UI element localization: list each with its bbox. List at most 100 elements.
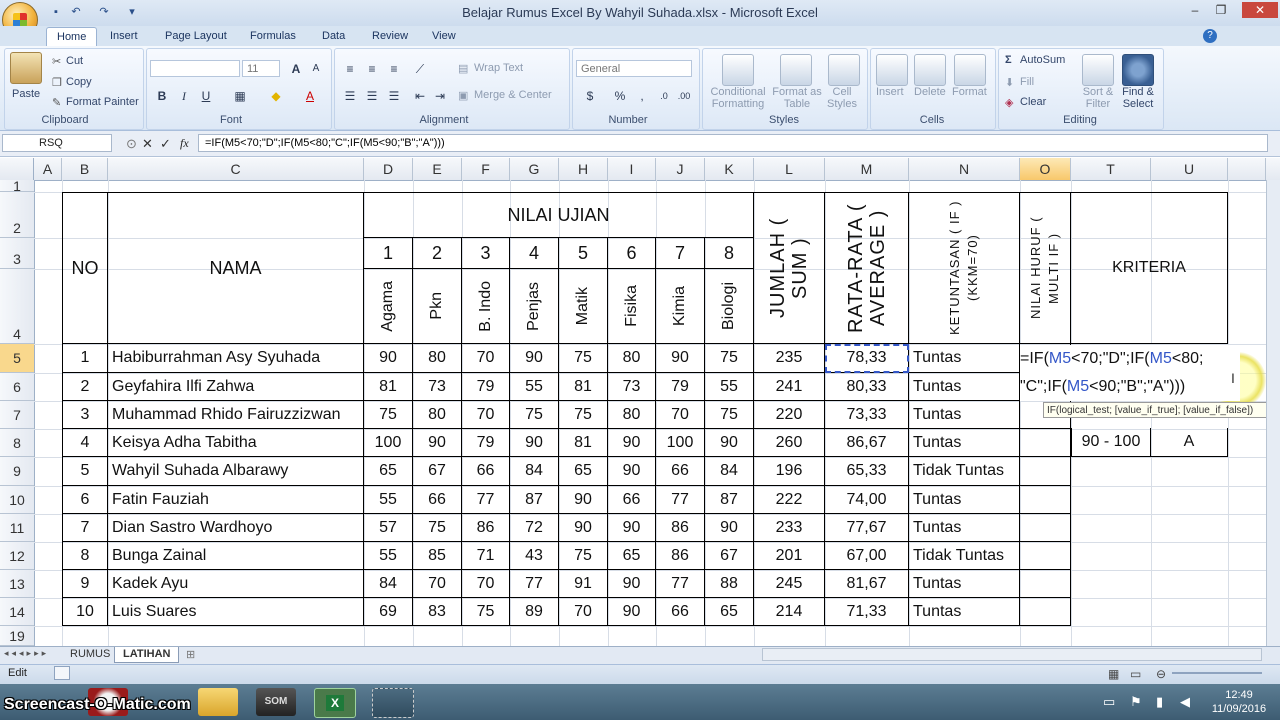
tab-page-layout[interactable]: Page Layout (163, 27, 229, 45)
header-subject[interactable]: Fisika (608, 269, 656, 344)
cell-score[interactable]: 100 (364, 429, 413, 457)
insert-function-button[interactable]: fx (180, 136, 189, 151)
format-as-table-icon[interactable] (780, 54, 812, 86)
cell-score[interactable]: 80 (608, 344, 656, 373)
cell-ketuntasan[interactable]: Tuntas (909, 514, 1020, 542)
align-top-icon[interactable]: ≡ (340, 60, 360, 78)
cell-rata-rata[interactable]: 74,00 (825, 486, 909, 514)
paste-icon[interactable] (10, 52, 42, 84)
cell-no[interactable]: 2 (62, 373, 108, 401)
row-header-4[interactable]: 4 (0, 269, 34, 344)
cell-score[interactable]: 66 (608, 486, 656, 514)
cell-rata-rata[interactable]: 65,33 (825, 457, 909, 486)
cell-rata-rata[interactable]: 73,33 (825, 401, 909, 429)
clear-icon[interactable]: ◈ (1005, 96, 1013, 109)
header-nilai-huruf[interactable]: NILAI HURUF ( MULTI IF ) (1020, 192, 1071, 344)
column-header-e[interactable]: E (413, 158, 462, 180)
explorer-taskbar-icon[interactable] (198, 688, 238, 716)
volume-icon[interactable]: ◀ (1180, 694, 1190, 710)
wrap-text-button[interactable]: Wrap Text (474, 62, 523, 74)
cell-score[interactable]: 70 (656, 401, 705, 429)
cell-nama[interactable]: Dian Sastro Wardhoyo (108, 514, 364, 542)
cell-score[interactable]: 79 (656, 373, 705, 401)
cell-nilai-huruf[interactable] (1020, 429, 1071, 457)
tab-data[interactable]: Data (320, 27, 347, 45)
cell-rata-rata[interactable]: 71,33 (825, 598, 909, 626)
header-nilai-ujian[interactable]: NILAI UJIAN (364, 192, 754, 238)
cell-score[interactable]: 90 (656, 344, 705, 373)
header-subject-number[interactable]: 7 (656, 238, 705, 269)
column-header-o[interactable]: O (1020, 158, 1071, 180)
percent-button[interactable]: % (610, 87, 630, 105)
cell-score[interactable]: 90 (559, 486, 608, 514)
cell-score[interactable]: 81 (364, 373, 413, 401)
name-box[interactable]: RSQ (2, 134, 112, 152)
cell-score[interactable]: 65 (705, 598, 754, 626)
cell-edit-box[interactable]: =IF(M5<70;"D";IF(M5<80; "C";IF(M5<90;"B"… (1020, 345, 1240, 401)
row-header-5[interactable]: 5 (0, 344, 34, 373)
cell-score[interactable]: 77 (656, 486, 705, 514)
cell-no[interactable]: 3 (62, 401, 108, 429)
cell-score[interactable]: 70 (462, 401, 510, 429)
format-cells-icon[interactable] (954, 54, 986, 86)
autosum-button[interactable]: AutoSum (1020, 54, 1065, 66)
cell-score[interactable]: 55 (510, 373, 559, 401)
insert-cells-button[interactable]: Insert (876, 86, 904, 98)
cell-score[interactable]: 72 (510, 514, 559, 542)
column-header-u[interactable]: U (1151, 158, 1228, 180)
cell-score[interactable]: 65 (364, 457, 413, 486)
cell-score[interactable]: 84 (705, 457, 754, 486)
row-header-1[interactable]: 1 (0, 179, 34, 193)
header-ketuntasan[interactable]: KETUNTASAN ( IF ) (KKM=70) (909, 192, 1020, 344)
header-subject-number[interactable]: 1 (364, 238, 413, 269)
cell-score[interactable]: 70 (462, 344, 510, 373)
currency-icon[interactable]: $ (580, 87, 600, 105)
cell-score[interactable]: 75 (559, 542, 608, 570)
cell-ketuntasan[interactable]: Tuntas (909, 598, 1020, 626)
borders-icon[interactable]: ▦ (230, 87, 250, 105)
cell-score[interactable]: 88 (705, 570, 754, 598)
cell-no[interactable]: 5 (62, 457, 108, 486)
cell-score[interactable]: 70 (413, 570, 462, 598)
cell-score[interactable]: 86 (656, 514, 705, 542)
cell-ketuntasan[interactable]: Tuntas (909, 486, 1020, 514)
cell-score[interactable]: 84 (364, 570, 413, 598)
italic-button[interactable]: I (174, 87, 194, 105)
cell-score[interactable]: 75 (364, 401, 413, 429)
header-subject-number[interactable]: 2 (413, 238, 462, 269)
cell-nilai-huruf[interactable] (1020, 486, 1071, 514)
cell-rata-rata[interactable]: 78,33 (825, 344, 909, 373)
column-header-m[interactable]: M (825, 158, 909, 180)
cell-no[interactable]: 8 (62, 542, 108, 570)
column-header-b[interactable]: B (62, 158, 108, 180)
fill-color-icon[interactable]: ◆ (266, 87, 286, 105)
font-color-icon[interactable]: A (300, 87, 320, 105)
cell-score[interactable]: 67 (705, 542, 754, 570)
page-layout-view-icon[interactable]: ▭ (1130, 667, 1141, 681)
sheet-nav-icons[interactable]: ◂◂◂▸▸▸ (4, 648, 49, 659)
cell-score[interactable]: 80 (413, 344, 462, 373)
font-size-select[interactable]: 11 (242, 60, 280, 77)
zoom-out-icon[interactable]: ⊖ (1156, 667, 1166, 681)
horizontal-scrollbar[interactable] (762, 648, 1262, 661)
select-all-button[interactable] (0, 158, 34, 180)
cell-score[interactable]: 65 (608, 542, 656, 570)
header-subject[interactable]: Matik (559, 269, 608, 344)
cell-score[interactable]: 73 (413, 373, 462, 401)
bold-button[interactable]: B (152, 87, 172, 105)
cell-score[interactable]: 85 (413, 542, 462, 570)
column-header-a[interactable]: A (34, 158, 62, 180)
cell-score[interactable]: 77 (462, 486, 510, 514)
sort-filter-button[interactable]: Sort & Filter (1078, 86, 1118, 110)
format-as-table-button[interactable]: Format as Table (772, 86, 822, 110)
cell-score[interactable]: 90 (510, 429, 559, 457)
cell-score[interactable]: 77 (656, 570, 705, 598)
cell-rata-rata[interactable]: 81,67 (825, 570, 909, 598)
increase-indent-icon[interactable]: ⇥ (430, 87, 450, 105)
cell-jumlah[interactable]: 220 (754, 401, 825, 429)
cell-score[interactable]: 90 (364, 344, 413, 373)
row-header-12[interactable]: 12 (0, 542, 34, 570)
cell-rata-rata[interactable]: 86,67 (825, 429, 909, 457)
autosum-icon[interactable]: Σ (1005, 54, 1012, 66)
close-button[interactable]: ✕ (1242, 2, 1278, 18)
